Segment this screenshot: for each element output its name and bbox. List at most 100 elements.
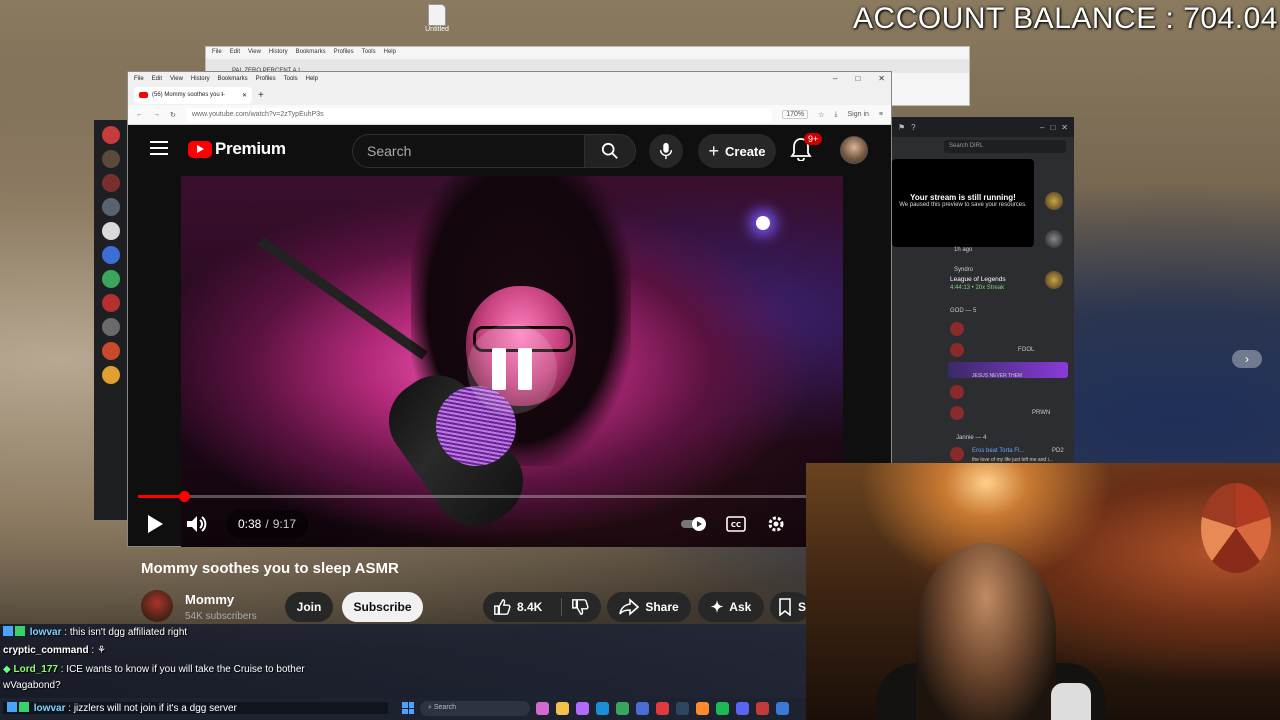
member-activity[interactable]: Eros beat Torta Fl... <box>972 448 1024 454</box>
server-icon[interactable] <box>102 150 120 168</box>
zoom-level[interactable]: 170% <box>782 110 809 119</box>
menu-icon[interactable]: ≡ <box>879 111 883 118</box>
discord-search-input[interactable]: Search DIRL <box>944 140 1066 153</box>
help-icon[interactable]: ? <box>911 123 915 132</box>
back-icon[interactable]: ← <box>136 111 143 118</box>
server-icon[interactable] <box>102 246 120 264</box>
firefox-icon[interactable] <box>696 702 709 715</box>
member-avatar[interactable] <box>950 385 964 399</box>
widgets-icon[interactable] <box>536 702 549 715</box>
copilot-icon[interactable] <box>576 702 589 715</box>
menu-item[interactable]: Bookmarks <box>218 76 248 82</box>
activity-user[interactable]: Syndro <box>954 267 973 273</box>
play-button[interactable] <box>142 508 168 540</box>
url-field[interactable]: www.youtube.com/watch?v=2zTypEuhP3s <box>185 107 773 122</box>
menu-item[interactable]: Help <box>384 49 396 57</box>
search-input[interactable]: Search <box>352 134 585 168</box>
stream-preview-paused[interactable]: Your stream is still running! We paused … <box>892 159 1034 247</box>
app-icon[interactable] <box>636 702 649 715</box>
server-icon[interactable] <box>102 198 120 216</box>
close-icon[interactable]: ✕ <box>878 74 885 83</box>
chevron-right-icon[interactable]: › <box>1232 350 1262 368</box>
opera-icon[interactable] <box>656 702 669 715</box>
desktop-icon[interactable]: Untitled <box>424 4 450 33</box>
app-icon[interactable] <box>776 702 789 715</box>
chrome-icon[interactable] <box>616 702 629 715</box>
menu-item[interactable]: Tools <box>284 76 298 82</box>
menu-item[interactable]: History <box>191 76 210 82</box>
windows-start-icon[interactable] <box>402 702 414 714</box>
signin-button[interactable]: Sign in <box>848 111 869 118</box>
file-explorer-icon[interactable] <box>556 702 569 715</box>
forward-icon[interactable]: → <box>153 111 160 118</box>
minimize-icon[interactable]: – <box>833 74 837 83</box>
member-avatar[interactable] <box>950 406 964 420</box>
server-icon[interactable] <box>102 222 120 240</box>
close-icon[interactable]: ✕ <box>1061 123 1068 132</box>
member-avatar[interactable] <box>950 343 964 357</box>
menu-item[interactable]: File <box>212 49 222 57</box>
server-icon[interactable] <box>102 174 120 192</box>
browser-tab-youtube[interactable]: (56) Mommy soothes you t̶ ✕ <box>134 86 252 104</box>
app-icon[interactable] <box>756 702 769 715</box>
menu-item[interactable]: View <box>170 76 183 82</box>
menu-item[interactable]: Bookmarks <box>296 49 326 57</box>
settings-button[interactable] <box>764 508 788 540</box>
spotify-icon[interactable] <box>716 702 729 715</box>
taskbar-search-input[interactable]: ⌕ Search <box>420 701 530 716</box>
menu-item[interactable]: Profiles <box>256 76 276 82</box>
download-icon[interactable]: ⤓ <box>834 111 837 119</box>
edge-icon[interactable] <box>596 702 609 715</box>
server-icon[interactable] <box>102 126 120 144</box>
menu-item[interactable]: Edit <box>230 49 240 57</box>
menu-item[interactable]: View <box>248 49 261 57</box>
maximize-icon[interactable]: □ <box>855 74 860 83</box>
inbox-icon[interactable]: ⚑ <box>898 123 905 132</box>
subscribe-button[interactable]: Subscribe <box>342 592 423 622</box>
minimize-icon[interactable]: – <box>1040 123 1044 132</box>
scrubber-handle[interactable] <box>178 491 190 502</box>
server-icon[interactable] <box>102 318 120 336</box>
server-icon[interactable] <box>102 294 120 312</box>
new-tab-icon[interactable]: + <box>258 90 264 101</box>
discord-window[interactable]: ⚑ ? – □ ✕ Search DIRL Your stream is sti… <box>892 117 1074 464</box>
server-icon[interactable] <box>102 342 120 360</box>
menu-item[interactable]: History <box>269 49 288 57</box>
server-icon[interactable] <box>102 270 120 288</box>
member-avatar[interactable] <box>950 322 964 336</box>
channel-name[interactable]: Mommy <box>185 592 234 607</box>
hamburger-menu-icon[interactable] <box>150 141 168 159</box>
volume-button[interactable] <box>184 508 210 540</box>
browser-window[interactable]: File Edit View History Bookmarks Profile… <box>127 71 892 622</box>
maximize-icon[interactable]: □ <box>1050 123 1055 132</box>
voice-search-button[interactable] <box>649 134 683 168</box>
menu-item[interactable]: Help <box>306 76 318 82</box>
menu-item[interactable]: Profiles <box>334 49 354 57</box>
save-button[interactable]: S <box>770 592 810 622</box>
member-avatar[interactable] <box>950 447 964 461</box>
search-button[interactable] <box>584 134 636 168</box>
video-progress-bar[interactable] <box>138 491 808 502</box>
ask-button[interactable]: ✦ Ask <box>698 592 764 622</box>
share-button[interactable]: Share <box>607 592 691 622</box>
pause-overlay-icon[interactable] <box>467 324 557 414</box>
steam-icon[interactable] <box>676 702 689 715</box>
discord-icon[interactable] <box>736 702 749 715</box>
captions-button[interactable]: CC <box>725 508 747 540</box>
channel-avatar[interactable] <box>141 590 173 622</box>
menu-item[interactable]: Edit <box>152 76 162 82</box>
create-button[interactable]: + Create <box>698 134 776 168</box>
server-icon[interactable] <box>102 366 120 384</box>
reload-icon[interactable]: ↻ <box>170 111 176 119</box>
tab-close-icon[interactable]: ✕ <box>242 92 247 99</box>
video-player[interactable] <box>181 176 843 547</box>
dislike-button[interactable] <box>571 598 589 619</box>
youtube-premium-logo[interactable]: Premium <box>188 139 286 159</box>
like-button[interactable]: 8.4K <box>483 592 601 622</box>
join-button[interactable]: Join <box>285 592 333 622</box>
menu-item[interactable]: File <box>134 76 144 82</box>
menu-item[interactable]: Tools <box>362 49 376 57</box>
account-avatar[interactable] <box>840 136 868 164</box>
star-icon[interactable]: ☆ <box>818 111 824 119</box>
autoplay-toggle[interactable] <box>680 508 708 540</box>
